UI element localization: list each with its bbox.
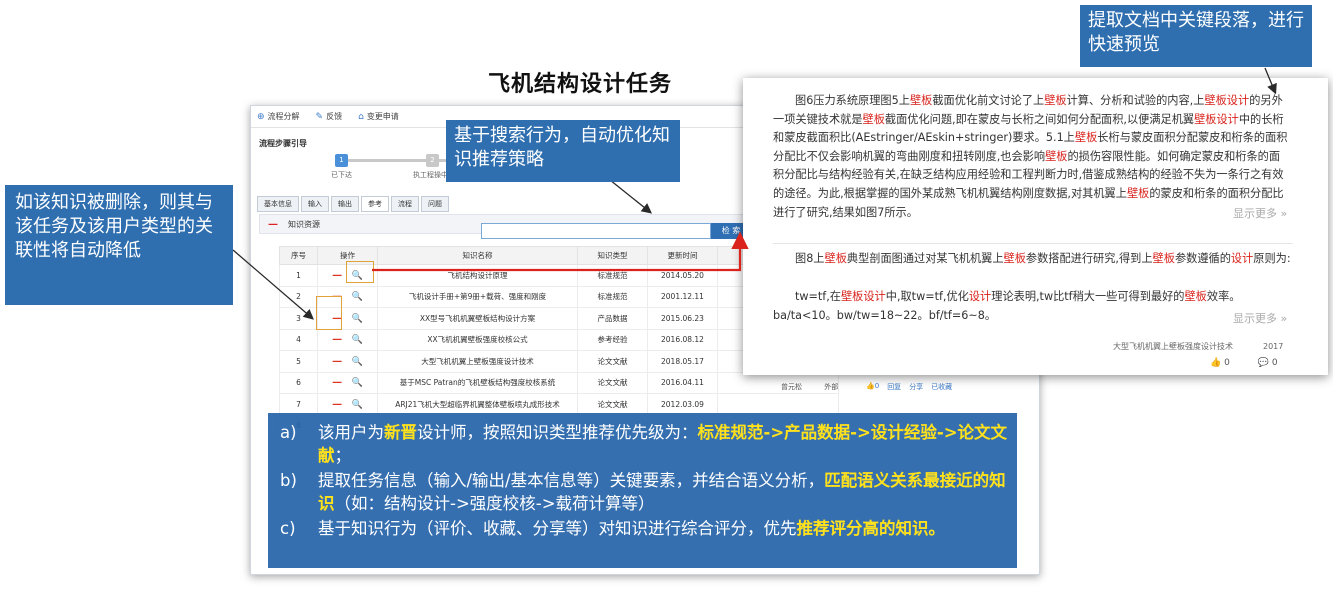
strategy-c: c) 基于知识行为（评价、收藏、分享等）对知识进行综合评分，优先推荐评分高的知识… xyxy=(280,519,945,538)
strategy-b: b) 提取任务信息（输入/输出/基本信息等）关键要素，并结合语义分析，匹配语义关… xyxy=(280,471,1006,513)
strategy-explanation: a) 该用户为新晋设计师，按照知识类型推荐优先级为：标准规范->产品数据->设计… xyxy=(268,413,1017,568)
top-callout-arrow xyxy=(1264,67,1277,95)
strategy-a: a) 该用户为新晋设计师，按照知识类型推荐优先级为：标准规范->产品数据->设计… xyxy=(280,423,1008,465)
search-callout-arrow xyxy=(609,179,653,214)
callout-delete: 如该知识被删除，则其与该任务及该用户类型的关联性将自动降低 xyxy=(5,185,233,305)
left-callout-arrow xyxy=(232,249,314,320)
callout-preview: 提取文档中关键段落，进行快速预览 xyxy=(1080,5,1312,67)
preview-arrow xyxy=(372,231,749,272)
callout-search: 基于搜索行为，自动优化知识推荐策略 xyxy=(446,120,680,182)
